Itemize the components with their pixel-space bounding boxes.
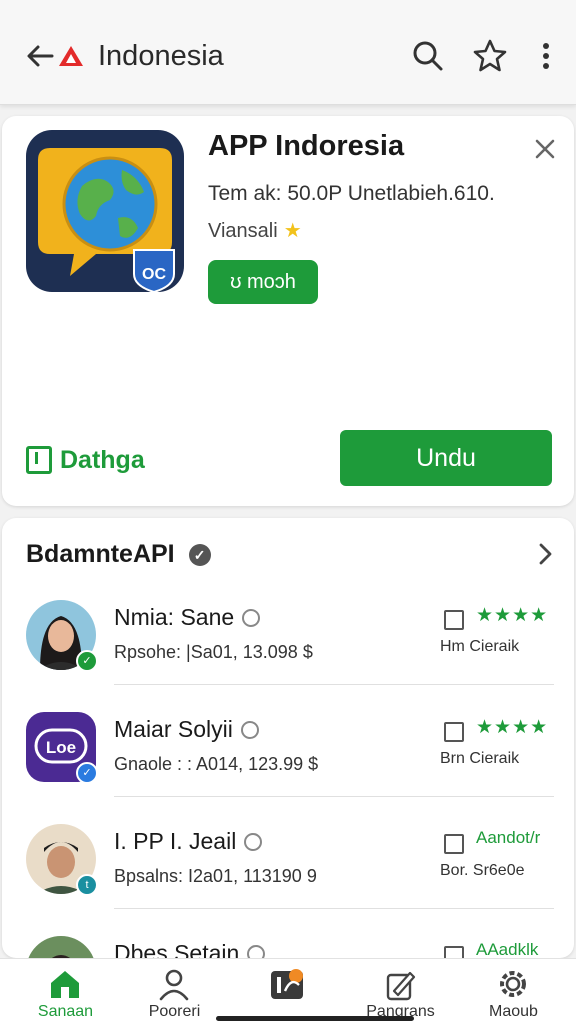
rating-stars: ★★★★ — [476, 717, 549, 738]
details-icon — [26, 446, 52, 474]
rating-text: AAadklk — [476, 940, 539, 958]
list-item-name: I. PP I. Jeail — [114, 828, 263, 855]
page-title: Indonesia — [98, 40, 224, 72]
globe-icon — [244, 833, 263, 851]
close-icon[interactable] — [532, 136, 558, 162]
edit-icon — [386, 971, 416, 1001]
star-icon: ★ — [283, 220, 302, 242]
checkbox[interactable] — [444, 834, 464, 854]
chevron-right-icon[interactable] — [532, 540, 558, 568]
home-icon — [51, 971, 79, 998]
rating-tag: Bor. Sr6e0e — [440, 862, 525, 879]
section-title: BdamnteAPI — [26, 540, 175, 568]
details-label: Dathga — [60, 445, 145, 474]
svg-text:Loe: Loe — [46, 738, 76, 757]
top-app-bar: Indonesia — [0, 0, 576, 105]
app-card: OC APP Indoresia Tem ak: 50.0P Unetlabie… — [2, 116, 574, 506]
list-item-name: Dbes Setain — [114, 940, 266, 958]
person-icon — [159, 969, 189, 1001]
svg-text:OC: OC — [142, 266, 166, 283]
star-outline-icon[interactable] — [472, 38, 508, 74]
list-item[interactable]: Dbes Setain AAadklk — [2, 928, 574, 958]
search-icon[interactable] — [410, 38, 446, 74]
nav-label: Maoub — [489, 1003, 538, 1020]
divider — [114, 684, 554, 685]
verified-badge-icon: ✓ — [76, 762, 98, 784]
list-item[interactable]: Loe ✓ Maiar Solyii Gnaole : : A014, 123.… — [2, 704, 574, 816]
globe-icon — [242, 609, 261, 627]
nav-item-home[interactable]: Sanaan — [8, 959, 123, 1025]
list-item[interactable]: ✓ Nmia: Sane Rpsohe: |Sa01, 13.098 $ ★★★… — [2, 592, 574, 704]
list-item-subtitle: Gnaole : : A014, 123.99 $ — [114, 754, 319, 774]
more-vertical-icon[interactable] — [528, 38, 564, 74]
list-item-name: Nmia: Sane — [114, 604, 261, 631]
details-link[interactable]: Dathga — [26, 442, 145, 478]
rating-tag: Hm Cierаik — [440, 638, 520, 655]
list-item-name: Maiar Solyii — [114, 716, 259, 743]
download-button[interactable]: Undu — [340, 430, 552, 486]
verified-icon: ✓ — [188, 543, 211, 566]
checkbox[interactable] — [444, 946, 464, 958]
checkbox[interactable] — [444, 610, 464, 630]
avatar — [26, 936, 96, 958]
checkbox[interactable] — [444, 722, 464, 742]
bottom-navigation: Sanaan Pooreri Pangrans Maoub — [0, 958, 576, 1025]
nav-item-settings[interactable]: Maoub — [456, 959, 571, 1025]
globe-chat-icon: OC — [38, 148, 175, 292]
section-header[interactable]: BdamnteAPI ✓ — [26, 540, 211, 569]
list-item-subtitle: Rpsohe: |Sa01, 13.098 $ — [114, 642, 313, 662]
divider — [114, 908, 554, 909]
brand-triangle-icon — [59, 46, 83, 66]
verified-badge-icon: t — [76, 874, 98, 896]
list-item[interactable]: t I. PP I. Jeail Bpsalns: I2a01, 113190 … — [2, 816, 574, 928]
divider — [114, 796, 554, 797]
apps-icon — [271, 969, 303, 999]
rating-label: Viansali — [208, 220, 278, 242]
back-arrow-icon[interactable] — [22, 38, 58, 74]
app-meta: Tem ak: 50.0P Unetlabieh.610. — [208, 182, 495, 205]
gear-icon — [500, 971, 526, 997]
app-rating: Viansali ★ — [208, 218, 302, 243]
list-item-subtitle: Bpsalns: I2a01, 113190 9 — [114, 866, 317, 886]
home-indicator — [216, 1016, 414, 1021]
rating-stars: ★★★★ — [476, 605, 549, 626]
globe-icon — [247, 945, 266, 958]
globe-icon — [240, 721, 259, 739]
nav-label: Sanaan — [37, 1003, 94, 1020]
developer-list-card: BdamnteAPI ✓ ✓ Nmia: Sane Rpsohe: |Sa01,… — [2, 518, 574, 958]
rating-text: Aandot/r — [476, 828, 541, 847]
action-pill-button[interactable]: ʊ moɔh — [208, 260, 318, 304]
nav-item-profile[interactable]: Pooreri — [117, 959, 232, 1025]
verified-badge-icon: ✓ — [76, 650, 98, 672]
nav-label: Pooreri — [148, 1003, 201, 1020]
rating-tag: Brn Cierаik — [440, 750, 520, 767]
app-title: APP Indoresia — [208, 130, 405, 162]
app-icon[interactable]: OC — [26, 130, 184, 292]
